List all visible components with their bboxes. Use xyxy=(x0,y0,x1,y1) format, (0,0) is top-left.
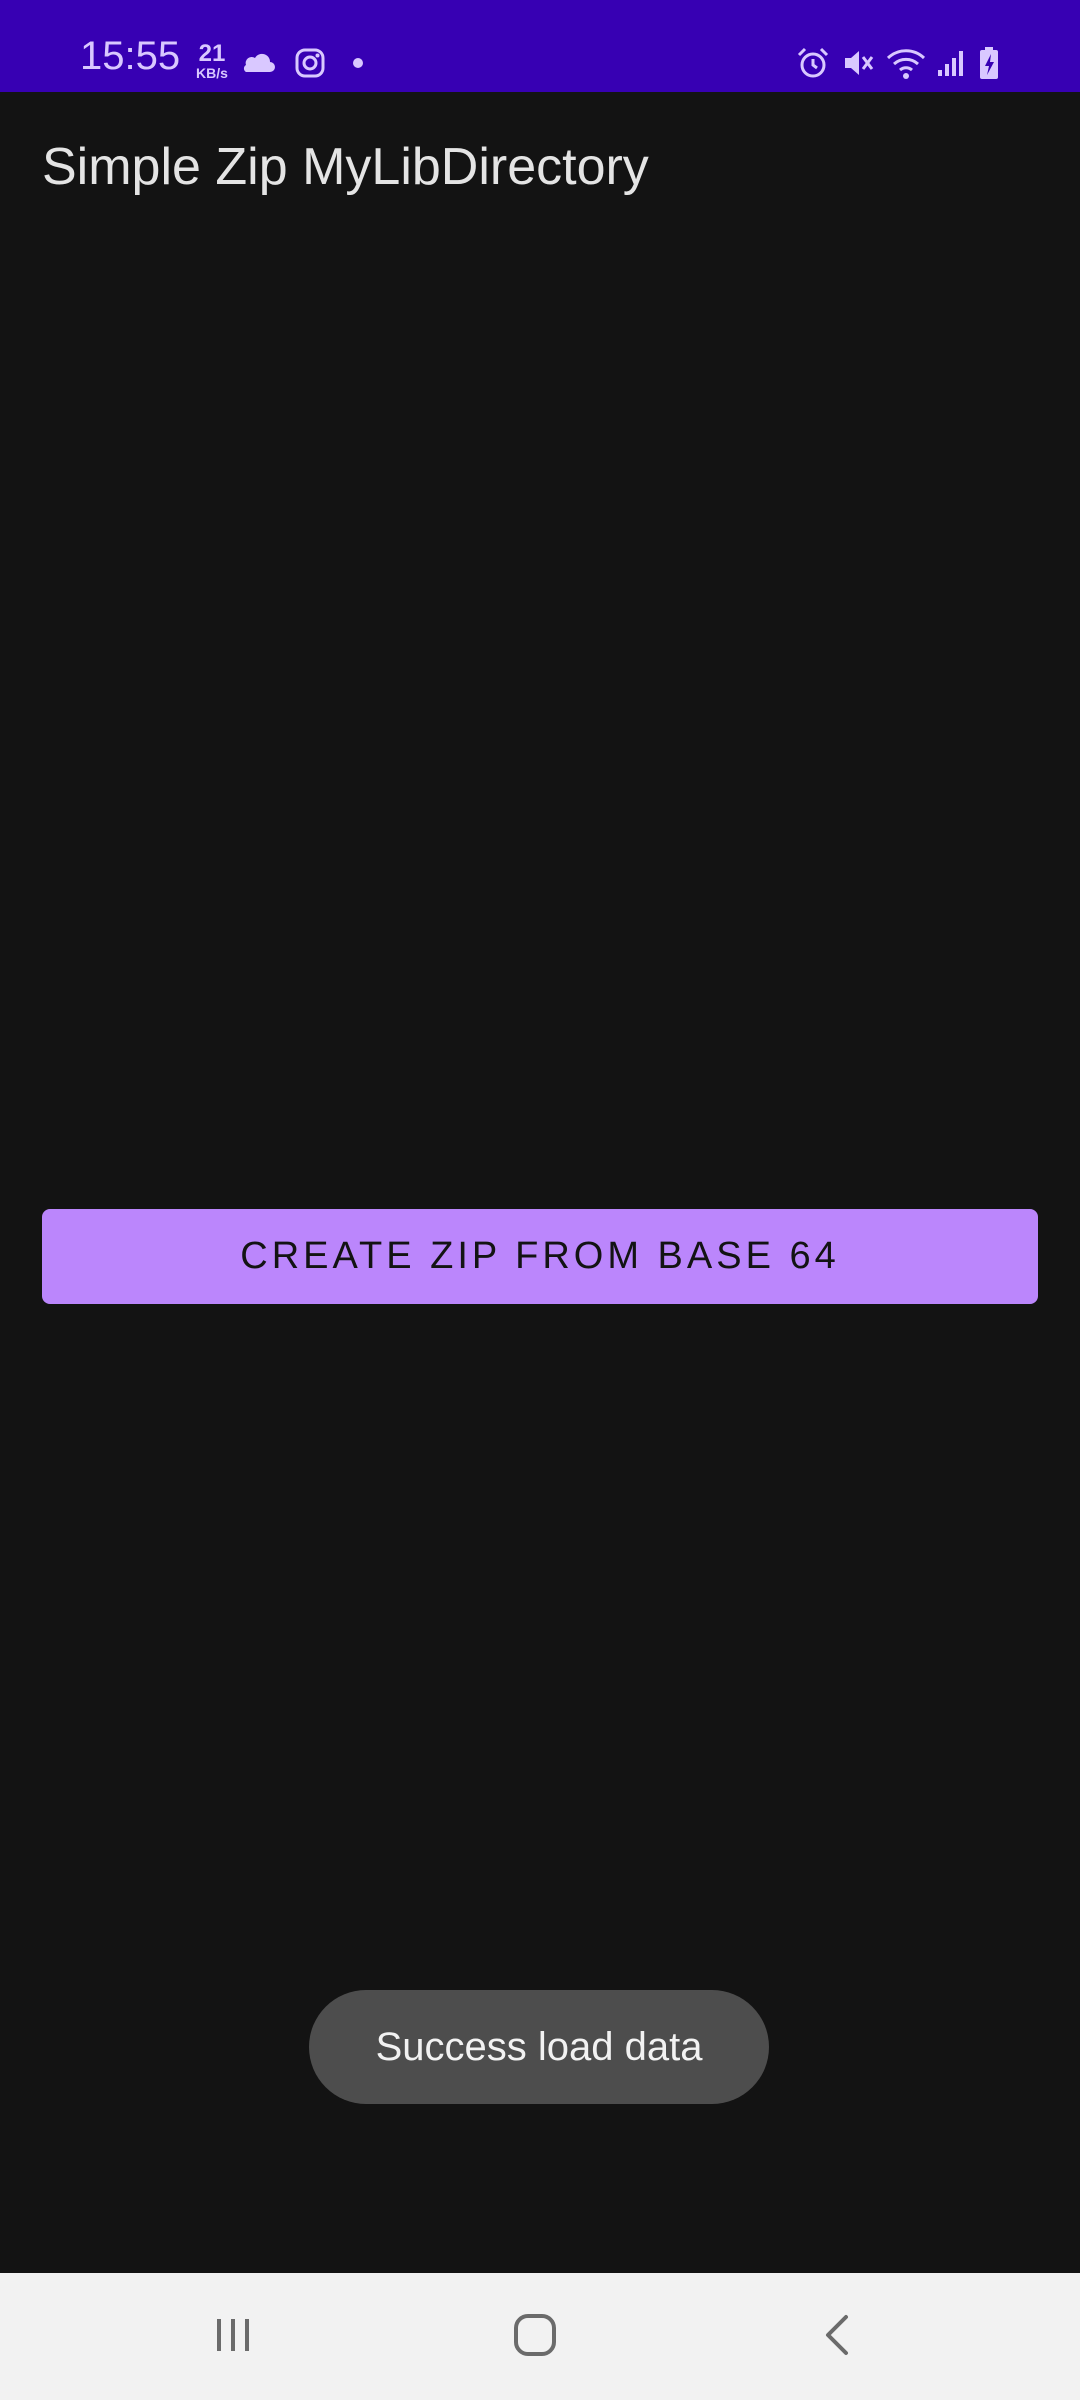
recent-apps-button[interactable] xyxy=(183,2297,283,2377)
app-bar: Simple Zip MyLibDirectory xyxy=(0,92,1080,240)
cloud-icon xyxy=(240,45,276,81)
alarm-icon xyxy=(795,45,831,81)
toast-message: Success load data xyxy=(309,1990,769,2104)
back-button[interactable] xyxy=(788,2297,888,2377)
instagram-icon xyxy=(292,45,328,81)
navigation-bar xyxy=(0,2273,1080,2400)
status-time: 15:55 xyxy=(80,34,181,78)
home-button[interactable] xyxy=(485,2297,585,2377)
signal-icon xyxy=(934,45,968,81)
status-bar: 15:55 21 KB/s xyxy=(0,0,1080,92)
mute-icon xyxy=(840,45,876,81)
notification-dot-icon xyxy=(348,45,368,81)
back-icon xyxy=(816,2311,860,2364)
home-icon xyxy=(511,2311,559,2364)
wifi-icon xyxy=(884,45,928,81)
network-speed-unit: KB/s xyxy=(196,65,228,81)
network-speed: 21 KB/s xyxy=(190,40,234,81)
battery-charging-icon xyxy=(974,45,1004,81)
network-speed-value: 21 xyxy=(198,40,226,67)
recent-apps-icon xyxy=(211,2313,255,2362)
page-title: Simple Zip MyLibDirectory xyxy=(42,138,649,196)
create-zip-button[interactable]: CREATE ZIP FROM BASE 64 xyxy=(42,1209,1038,1304)
